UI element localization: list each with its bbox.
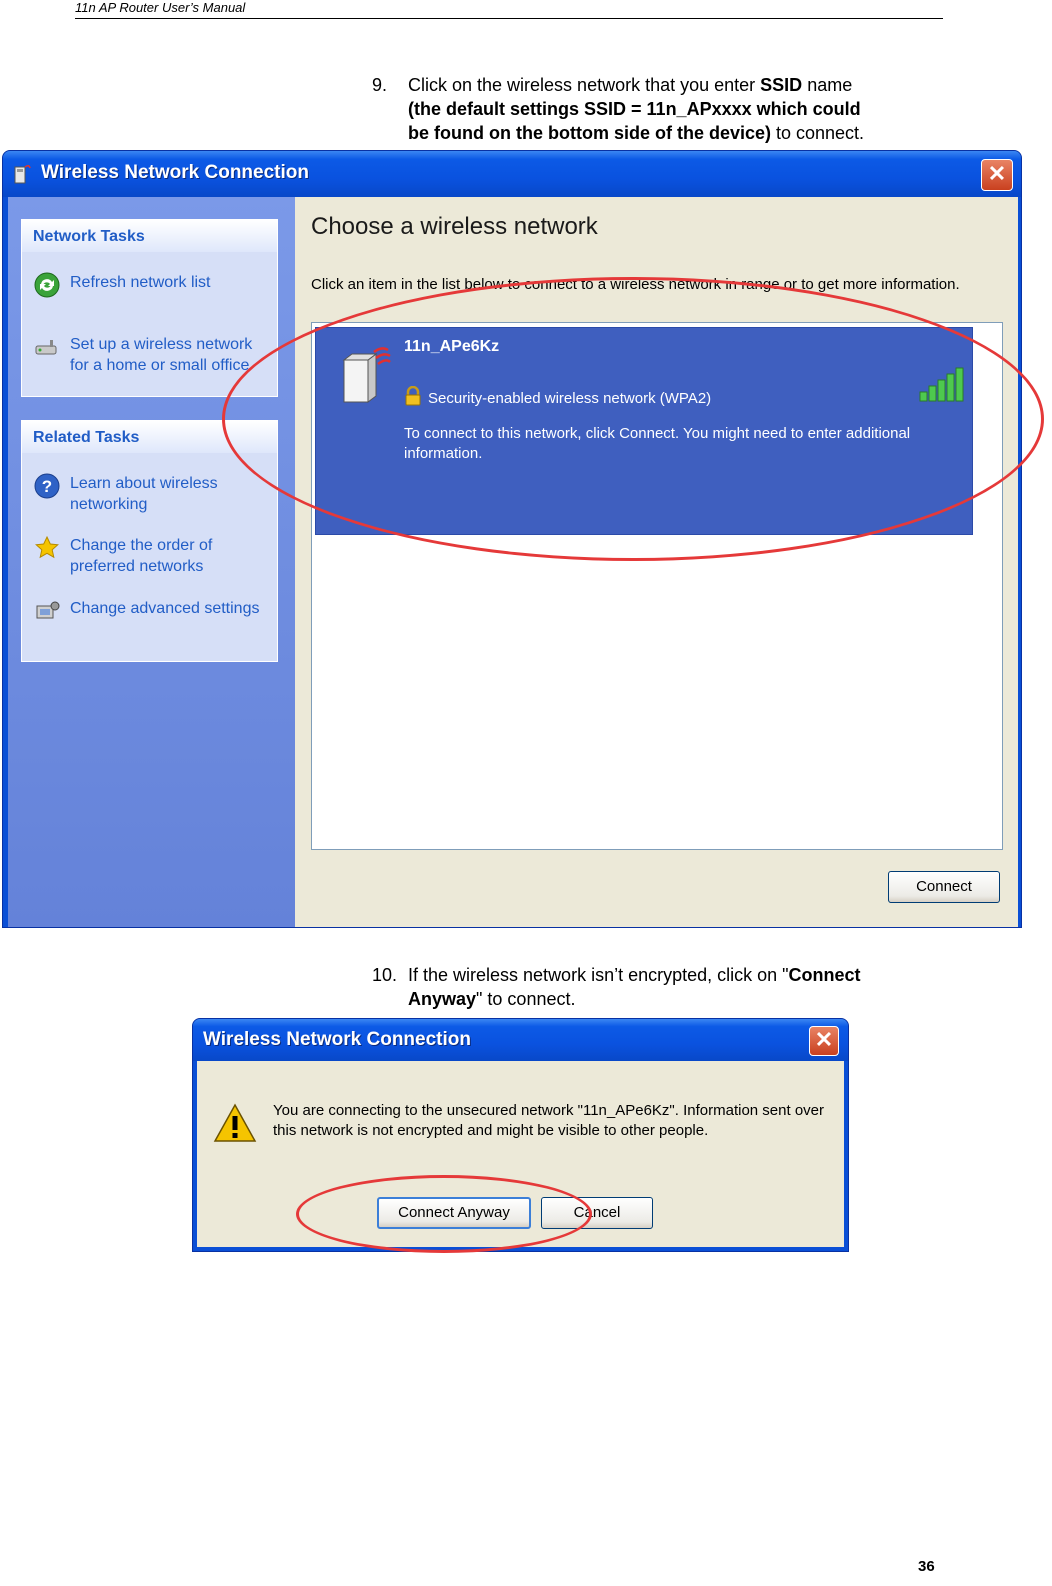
step-text-part: " to connect. [476, 989, 576, 1009]
dialog-message: You are connecting to the unsecured netw… [273, 1102, 824, 1139]
related-tasks-heading: Related Tasks [33, 429, 140, 446]
instruction-text: Click an item in the list below to conne… [311, 276, 960, 293]
choose-network-heading: Choose a wireless network [311, 213, 598, 240]
task-label: Change the order of preferred networks [70, 537, 213, 575]
settings-icon [36, 601, 60, 619]
step-text: If the wireless network isn’t encrypted,… [408, 963, 928, 1011]
dialog-title: Wireless Network Connection [203, 1029, 471, 1050]
step-text-bold: Connect [788, 965, 861, 985]
close-button[interactable]: ✕ [981, 159, 1013, 191]
network-tasks-heading: Network Tasks [33, 228, 145, 245]
connect-button[interactable]: Connect [888, 871, 1000, 903]
network-connect-message: To connect to this network, click Connec… [404, 425, 911, 462]
task-change-advanced-settings[interactable]: Change advanced settings [34, 598, 270, 642]
task-label: Refresh network list [70, 274, 211, 291]
dialog-title-bar: Wireless Network Connection ✕ [193, 1019, 848, 1061]
step-text-part: Click on the wireless network that you e… [408, 75, 761, 95]
svg-text:?: ? [42, 477, 52, 496]
network-ssid: 11n_APe6Kz [404, 338, 500, 355]
step-text-part: to connect. [771, 123, 865, 143]
task-change-order-preferred[interactable]: Change the order of preferred networks [34, 535, 270, 579]
setup-wizard-icon [35, 340, 57, 355]
step-10: 10. If the wireless network isn’t encryp… [372, 963, 932, 1011]
network-icon [14, 164, 31, 184]
signal-strength-icon [919, 367, 964, 402]
step-text-part: name [802, 75, 853, 95]
step-text-bold: Anyway [408, 989, 477, 1009]
network-tasks-box: Network Tasks Refresh network list Set u… [21, 219, 278, 397]
main-pane: Choose a wireless network Click an item … [295, 197, 1018, 927]
window-title: Wireless Network Connection [41, 162, 309, 183]
task-refresh-network-list[interactable]: Refresh network list [34, 272, 270, 298]
task-label: Set up a wireless network for a home or … [70, 336, 253, 374]
warning-icon [213, 1103, 257, 1142]
manual-header: 11n AP Router User’s Manual [75, 0, 943, 19]
cancel-button[interactable]: Cancel [541, 1197, 653, 1229]
task-label: Change advanced settings [70, 600, 260, 617]
lock-icon [405, 386, 421, 406]
task-setup-wireless-network[interactable]: Set up a wireless network for a home or … [34, 334, 270, 378]
connect-anyway-button[interactable]: Connect Anyway [377, 1197, 531, 1229]
wireless-router-icon [342, 347, 391, 403]
step-text: Click on the wireless network that you e… [408, 73, 928, 145]
related-tasks-header: Related Tasks [22, 421, 277, 453]
wireless-network-connection-window: Wireless Network Connection ✕ Network Ta… [2, 150, 1022, 928]
step-9: 9. Click on the wireless network that yo… [372, 73, 932, 145]
star-icon [35, 535, 59, 559]
step-text-bold: (the default settings SSID = 11n_APxxxx … [408, 99, 861, 119]
step-number: 10. [372, 965, 398, 985]
related-tasks-box: Related Tasks ? Learn about wireless net… [21, 420, 278, 662]
task-learn-about-wireless[interactable]: ? Learn about wireless networking [34, 473, 270, 517]
refresh-icon [34, 272, 60, 298]
unsecured-network-dialog: Wireless Network Connection ✕ You are co… [192, 1018, 849, 1252]
title-bar: Wireless Network Connection ✕ [3, 151, 1021, 197]
task-pane: Network Tasks Refresh network list Set u… [8, 197, 295, 927]
step-number: 9. [372, 75, 388, 95]
step-text-part: If the wireless network isn’t encrypted,… [408, 965, 789, 985]
dialog-close-button[interactable]: ✕ [809, 1026, 839, 1056]
step-text-bold: be found on the bottom side of the devic… [408, 123, 771, 143]
manual-title: 11n AP Router User’s Manual [75, 0, 246, 15]
dialog-body: You are connecting to the unsecured netw… [197, 1061, 844, 1247]
network-item-selected[interactable]: 11n_APe6Kz Security-enabled wireless net… [315, 327, 973, 535]
network-security: Security-enabled wireless network (WPA2) [428, 390, 712, 407]
ssid-term: SSID [760, 75, 803, 95]
task-label: Learn about wireless networking [70, 475, 218, 513]
page-number: 36 [918, 1558, 935, 1575]
help-icon: ? [34, 473, 60, 499]
network-list: 11n_APe6Kz Security-enabled wireless net… [311, 322, 1003, 850]
network-tasks-header: Network Tasks [22, 220, 277, 252]
